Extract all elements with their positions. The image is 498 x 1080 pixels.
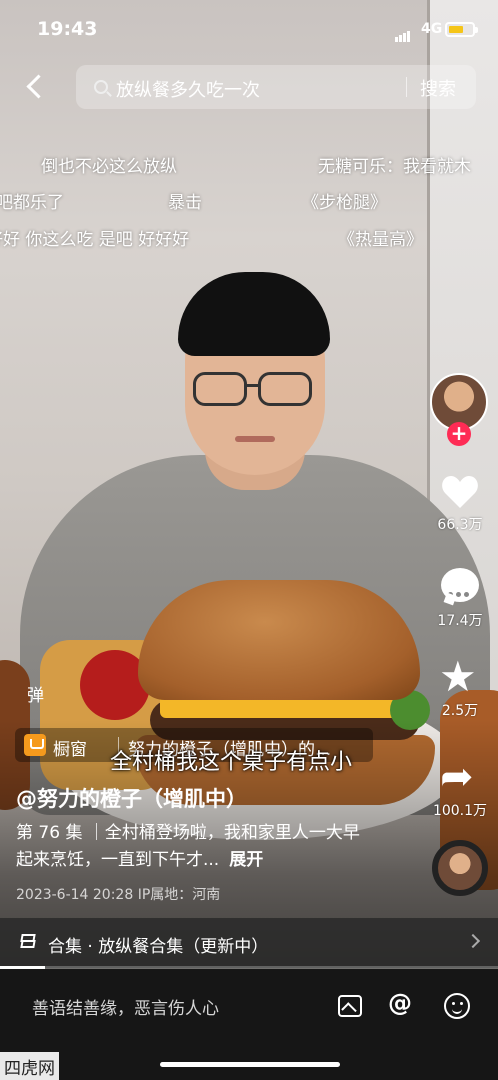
- shopping-bag-icon: [24, 734, 46, 756]
- favorite-count: 2.5万: [441, 703, 479, 719]
- post-meta: 2023-6-14 20:28 IP属地：河南: [16, 887, 221, 903]
- back-arrow-icon[interactable]: [18, 70, 52, 104]
- danmaku-toggle[interactable]: 弹: [27, 681, 44, 706]
- emoji-icon[interactable]: [444, 993, 470, 1019]
- expand-button[interactable]: 展开: [229, 850, 263, 870]
- video-description: 第 76 集 ｜全村桶登场啦，我和家里人一大早起来烹饪，一直到下午才... 展开: [16, 820, 376, 874]
- share-arrow-icon: ➦: [440, 754, 474, 800]
- status-time: 19:43: [37, 18, 98, 40]
- search-button[interactable]: 搜索: [420, 75, 456, 101]
- search-divider: [406, 77, 407, 97]
- share-count: 100.1万: [432, 803, 488, 819]
- shop-label: 橱窗: [53, 740, 87, 760]
- description-text: 第 76 集 ｜全村桶登场啦，我和家里人一大早起来烹饪，一直到下午才...: [16, 823, 360, 870]
- like-count: 66.3万: [437, 517, 483, 533]
- glasses-bridge: [246, 384, 259, 387]
- glasses-right: [258, 372, 312, 406]
- at-mention-icon[interactable]: @: [388, 989, 412, 1017]
- search-input[interactable]: 放纵餐多久吃一次: [116, 76, 260, 102]
- danmaku-comment: 吧都乐了: [0, 193, 64, 213]
- star-icon: ★: [439, 652, 477, 701]
- comment-count: 17.4万: [437, 613, 483, 629]
- person-hair: [178, 272, 330, 356]
- collection-label: 合集 · 放纵餐合集（更新中）: [48, 937, 269, 957]
- danmaku-comment: 《步枪腿》: [302, 193, 387, 213]
- heart-icon: [442, 476, 478, 508]
- chevron-right-icon: [465, 933, 481, 949]
- danmaku-comment: 《热量高》: [338, 230, 423, 250]
- favorite-button[interactable]: ★ 2.5万: [430, 654, 490, 720]
- person-mouth: [235, 436, 275, 442]
- video-subtitle: 全村桶我这个桌子有点小: [110, 750, 353, 775]
- search-icon: [94, 80, 108, 94]
- battery-icon: [445, 22, 478, 37]
- music-disc-icon[interactable]: [432, 840, 488, 896]
- burger-top-bun: [138, 580, 420, 700]
- share-button[interactable]: ➦ 100.1万: [430, 754, 490, 820]
- home-indicator[interactable]: [160, 1062, 340, 1067]
- follow-plus-icon[interactable]: +: [447, 422, 471, 446]
- danmaku-comment: 好好 你这么吃 是吧 好好好: [0, 230, 190, 250]
- like-button[interactable]: 66.3万: [430, 468, 490, 534]
- image-icon[interactable]: [338, 995, 362, 1017]
- search-bar[interactable]: 放纵餐多久吃一次 搜索: [76, 65, 476, 109]
- signal-icon: [395, 23, 411, 42]
- author-name[interactable]: @努力的橙子（增肌中）: [16, 783, 247, 813]
- glasses-left: [193, 372, 247, 406]
- danmaku-comment: 倒也不必这么放纵: [41, 157, 177, 177]
- layers-icon: [19, 934, 39, 952]
- comment-input[interactable]: 善语结善缘，恶言伤人心: [32, 994, 219, 1019]
- status-bar: 19:43 4G: [0, 0, 498, 56]
- network-type: 4G: [421, 21, 443, 37]
- comment-button[interactable]: 17.4万: [430, 564, 490, 630]
- collection-bar[interactable]: 合集 · 放纵餐合集（更新中）: [0, 918, 498, 968]
- comment-bubble-icon: [441, 568, 479, 602]
- danmaku-comment: 无糖可乐：我看就木: [318, 157, 471, 177]
- watermark-text: 四虎网: [0, 1052, 59, 1080]
- danmaku-comment: 暴击: [168, 193, 202, 213]
